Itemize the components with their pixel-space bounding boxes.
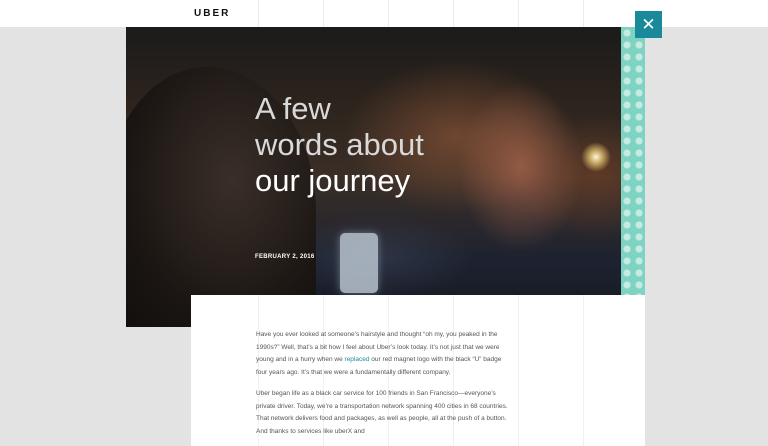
- article-paragraph-1: Have you ever looked at someone’s hairst…: [256, 329, 514, 379]
- decorative-pattern-strip: [621, 27, 645, 295]
- uber-logo[interactable]: UBER: [194, 8, 230, 19]
- grid-line: [583, 0, 584, 27]
- article-panel: Have you ever looked at someone’s hairst…: [191, 295, 645, 446]
- close-icon: ✕: [641, 15, 656, 34]
- post-date: FEBRUARY 2, 2016: [255, 254, 315, 260]
- hero-sparkler: [581, 142, 611, 172]
- grid-line: [453, 0, 454, 27]
- hero-image: A few words about our journey FEBRUARY 2…: [126, 27, 621, 327]
- page-title: A few words about our journey: [255, 91, 424, 199]
- article-body: Have you ever looked at someone’s hairst…: [256, 329, 514, 446]
- title-line-2: words about: [255, 127, 424, 162]
- replaced-link[interactable]: replaced: [345, 356, 370, 363]
- grid-line: [518, 0, 519, 27]
- article-paragraph-2: Uber began life as a black car service f…: [256, 390, 508, 435]
- grid-line: [518, 295, 519, 446]
- hero-phone: [340, 233, 378, 293]
- grid-line: [323, 0, 324, 27]
- title-line-3: our journey: [255, 163, 411, 198]
- grid-line: [388, 0, 389, 27]
- close-button[interactable]: ✕: [635, 11, 662, 38]
- grid-line: [258, 0, 259, 27]
- title-line-1: A few: [255, 91, 331, 126]
- grid-line: [583, 295, 584, 446]
